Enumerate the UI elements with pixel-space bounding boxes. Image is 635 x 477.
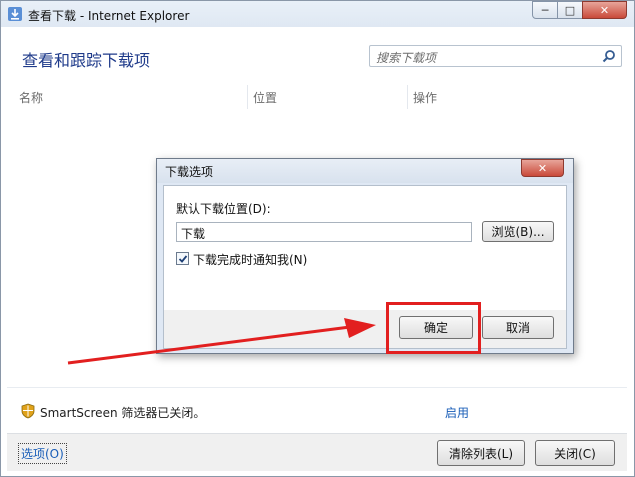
column-divider xyxy=(247,85,248,109)
download-options-dialog: 下载选项 ✕ 默认下载位置(D): 下载 浏览(B)... 下载完成时通知我(N… xyxy=(156,158,574,354)
column-header-name[interactable]: 名称 xyxy=(19,89,43,106)
download-manager-icon xyxy=(8,7,22,21)
clear-list-button[interactable]: 清除列表(L) xyxy=(437,440,525,466)
download-location-field[interactable]: 下载 xyxy=(176,222,472,242)
options-link[interactable]: 选项(O) xyxy=(18,443,67,464)
browse-button[interactable]: 浏览(B)... xyxy=(482,221,554,242)
notify-checkbox[interactable] xyxy=(176,252,189,265)
close-icon: ✕ xyxy=(537,161,548,175)
dialog-close-button[interactable]: ✕ xyxy=(521,159,564,177)
minimize-icon: ─ xyxy=(541,3,549,17)
search-icon[interactable] xyxy=(602,49,616,63)
close-window-button[interactable]: ✕ xyxy=(582,1,627,19)
highlight-box xyxy=(386,302,481,354)
title-bar: 查看下载 - Internet Explorer ─ □ ✕ xyxy=(1,1,634,27)
close-button[interactable]: 关闭(C) xyxy=(535,440,615,466)
notify-label[interactable]: 下载完成时通知我(N) xyxy=(193,251,307,268)
dialog-title: 下载选项 xyxy=(165,165,214,179)
column-divider xyxy=(407,85,408,109)
maximize-button[interactable]: □ xyxy=(557,1,583,19)
search-placeholder: 搜索下载项 xyxy=(376,51,437,65)
window-title: 查看下载 - Internet Explorer xyxy=(28,9,190,23)
smartscreen-status: SmartScreen 筛选器已关闭。 xyxy=(40,406,206,420)
smartscreen-row: SmartScreen 筛选器已关闭。 启用 xyxy=(7,387,627,434)
cancel-button[interactable]: 取消 xyxy=(482,316,554,339)
shield-icon xyxy=(21,403,35,419)
dialog-title-bar: 下载选项 ✕ xyxy=(157,159,573,183)
page-title: 查看和跟踪下载项 xyxy=(22,51,151,70)
maximize-icon: □ xyxy=(564,3,576,17)
search-input[interactable]: 搜索下载项 xyxy=(369,45,622,67)
checkmark-icon xyxy=(178,254,187,263)
column-header-actions[interactable]: 操作 xyxy=(413,89,437,106)
column-header-location[interactable]: 位置 xyxy=(253,89,277,106)
close-icon: ✕ xyxy=(599,3,610,17)
dialog-body: 默认下载位置(D): 下载 浏览(B)... 下载完成时通知我(N) 确定 取消 xyxy=(163,185,567,349)
bottom-bar: 选项(O) 清除列表(L) 关闭(C) xyxy=(7,433,627,471)
enable-smartscreen-link[interactable]: 启用 xyxy=(445,404,469,421)
minimize-button[interactable]: ─ xyxy=(532,1,558,19)
dialog-footer: 确定 取消 xyxy=(164,310,566,348)
default-location-label: 默认下载位置(D): xyxy=(176,202,271,216)
